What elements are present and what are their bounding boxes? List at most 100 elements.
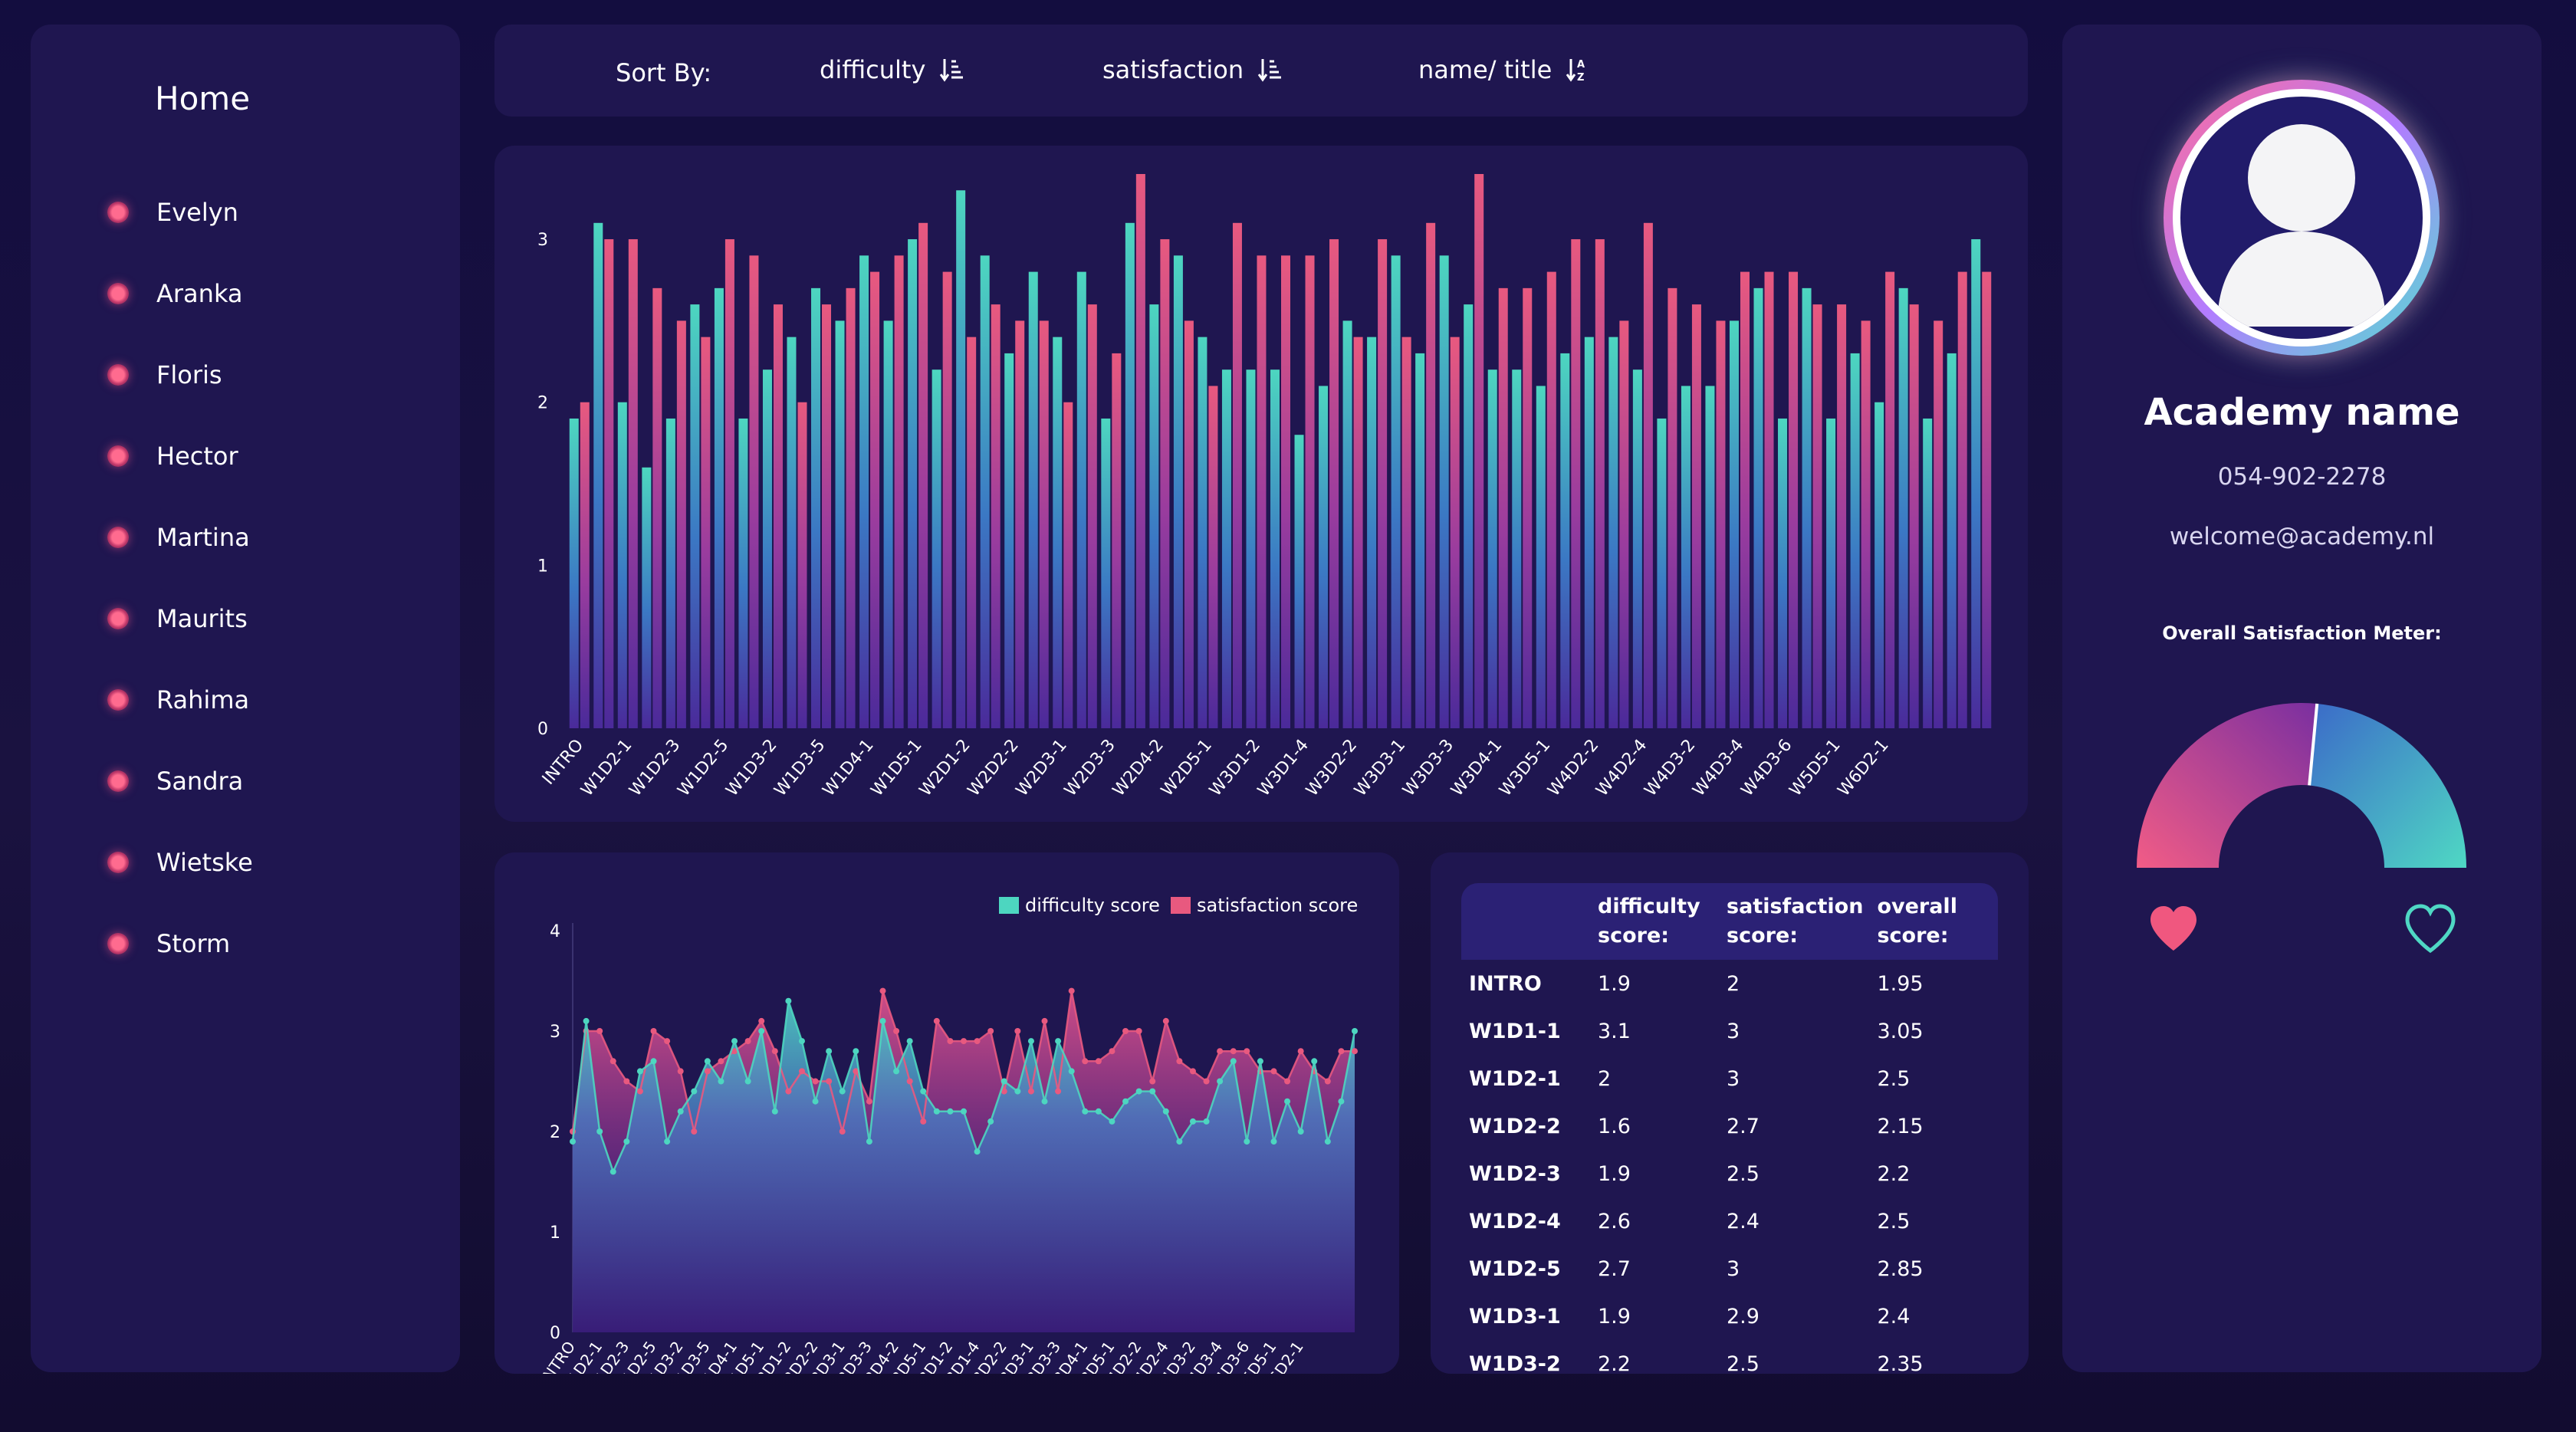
point-difficulty[interactable] (1149, 1088, 1156, 1095)
bar-difficulty[interactable] (883, 320, 893, 729)
bar-difficulty[interactable] (1898, 287, 1908, 729)
point-difficulty[interactable] (771, 1108, 778, 1115)
point-difficulty[interactable] (664, 1138, 671, 1145)
bar-satisfaction[interactable] (1837, 304, 1847, 728)
phone-number[interactable]: 054-902-2278 (2062, 463, 2542, 491)
bar-satisfaction[interactable] (652, 287, 662, 729)
point-satisfaction[interactable] (933, 1017, 940, 1024)
bar-satisfaction[interactable] (797, 402, 807, 728)
sidebar-item-person[interactable]: Evelyn (107, 189, 238, 235)
point-difficulty[interactable] (1203, 1118, 1210, 1125)
point-difficulty[interactable] (744, 1078, 751, 1085)
bar-satisfaction[interactable] (1281, 255, 1290, 728)
point-satisfaction[interactable] (1338, 1048, 1345, 1055)
bar-difficulty[interactable] (1778, 418, 1788, 728)
point-difficulty[interactable] (1001, 1078, 1007, 1085)
bar-satisfaction[interactable] (1716, 320, 1726, 729)
point-satisfaction[interactable] (1217, 1048, 1224, 1055)
bar-satisfaction[interactable] (1571, 239, 1581, 728)
point-satisfaction[interactable] (1135, 1028, 1142, 1034)
bar-satisfaction[interactable] (991, 304, 1001, 728)
point-difficulty[interactable] (812, 1098, 819, 1105)
bar-satisfaction[interactable] (1305, 255, 1315, 728)
bar-difficulty[interactable] (665, 418, 675, 728)
bar-difficulty[interactable] (1076, 271, 1086, 728)
bar-satisfaction[interactable] (1015, 320, 1025, 729)
bar-satisfaction[interactable] (1087, 304, 1097, 728)
bar-difficulty[interactable] (1705, 386, 1715, 728)
bar-difficulty[interactable] (1367, 337, 1377, 728)
bar-difficulty[interactable] (1391, 255, 1401, 728)
bar-satisfaction[interactable] (1982, 271, 1992, 728)
bar-satisfaction[interactable] (1498, 287, 1508, 729)
point-difficulty[interactable] (1217, 1078, 1224, 1085)
point-satisfaction[interactable] (906, 1078, 913, 1085)
bar-satisfaction[interactable] (1232, 222, 1242, 728)
point-difficulty[interactable] (1270, 1138, 1277, 1145)
bar-difficulty[interactable] (980, 255, 990, 728)
point-difficulty[interactable] (1014, 1088, 1021, 1095)
table-row[interactable]: W1D1-1 3.1 3 3.05 (1461, 1007, 1998, 1055)
bar-satisfaction[interactable] (918, 222, 928, 728)
point-satisfaction[interactable] (1122, 1028, 1129, 1034)
bar-difficulty[interactable] (1294, 435, 1304, 728)
bar-difficulty[interactable] (1198, 337, 1208, 728)
bar-difficulty[interactable] (738, 418, 748, 728)
email-address[interactable]: welcome@academy.nl (2062, 523, 2542, 550)
point-satisfaction[interactable] (866, 1098, 872, 1105)
bar-satisfaction[interactable] (724, 239, 734, 728)
point-satisfaction[interactable] (785, 1088, 792, 1095)
point-difficulty[interactable] (623, 1138, 630, 1145)
point-satisfaction[interactable] (1068, 987, 1075, 994)
sort-difficulty-button[interactable]: difficulty (820, 55, 965, 84)
bar-difficulty[interactable] (1270, 369, 1280, 728)
sidebar-item-person[interactable]: Floris (107, 352, 222, 398)
point-satisfaction[interactable] (677, 1068, 684, 1075)
point-difficulty[interactable] (650, 1058, 657, 1065)
bar-difficulty[interactable] (1101, 418, 1111, 728)
point-satisfaction[interactable] (920, 1118, 927, 1125)
bar-satisfaction[interactable] (1160, 239, 1170, 728)
point-satisfaction[interactable] (947, 1038, 954, 1045)
bar-satisfaction[interactable] (701, 337, 711, 728)
table-row[interactable]: W1D2-5 2.7 3 2.85 (1461, 1245, 1998, 1292)
bar-satisfaction[interactable] (846, 287, 856, 729)
bar-satisfaction[interactable] (580, 402, 590, 728)
point-difficulty[interactable] (1041, 1098, 1048, 1105)
bar-satisfaction[interactable] (1812, 304, 1822, 728)
point-difficulty[interactable] (853, 1048, 859, 1055)
bar-difficulty[interactable] (1415, 353, 1425, 728)
bar-satisfaction[interactable] (1353, 337, 1363, 728)
point-difficulty[interactable] (826, 1048, 833, 1055)
bar-satisfaction[interactable] (1450, 337, 1460, 728)
sidebar-item-person[interactable]: Sandra (107, 758, 243, 804)
point-satisfaction[interactable] (1203, 1078, 1210, 1085)
bar-satisfaction[interactable] (942, 271, 952, 728)
bar-difficulty[interactable] (593, 222, 603, 728)
point-difficulty[interactable] (1095, 1108, 1102, 1115)
bar-satisfaction[interactable] (1426, 222, 1436, 728)
sidebar-item-person[interactable]: Storm (107, 921, 230, 967)
point-difficulty[interactable] (596, 1128, 603, 1135)
table-row[interactable]: W1D2-4 2.6 2.4 2.5 (1461, 1197, 1998, 1245)
bar-difficulty[interactable] (1753, 287, 1763, 729)
point-satisfaction[interactable] (1082, 1058, 1089, 1065)
point-satisfaction[interactable] (1189, 1068, 1196, 1075)
point-difficulty[interactable] (879, 1017, 886, 1024)
bar-difficulty[interactable] (1028, 271, 1038, 728)
bar-satisfaction[interactable] (1474, 174, 1484, 728)
point-satisfaction[interactable] (758, 1017, 765, 1024)
point-satisfaction[interactable] (879, 987, 886, 994)
sidebar-item-person[interactable]: Rahima (107, 677, 249, 723)
bar-satisfaction[interactable] (1546, 271, 1556, 728)
bar-satisfaction[interactable] (1595, 239, 1605, 728)
bar-satisfaction[interactable] (1668, 287, 1677, 729)
point-satisfaction[interactable] (893, 1028, 900, 1034)
point-difficulty[interactable] (839, 1088, 846, 1095)
bar-difficulty[interactable] (1053, 337, 1063, 728)
bar-difficulty[interactable] (1173, 255, 1183, 728)
point-difficulty[interactable] (570, 1138, 576, 1145)
point-satisfaction[interactable] (771, 1048, 778, 1055)
point-difficulty[interactable] (866, 1138, 872, 1145)
bar-difficulty[interactable] (1464, 304, 1474, 728)
